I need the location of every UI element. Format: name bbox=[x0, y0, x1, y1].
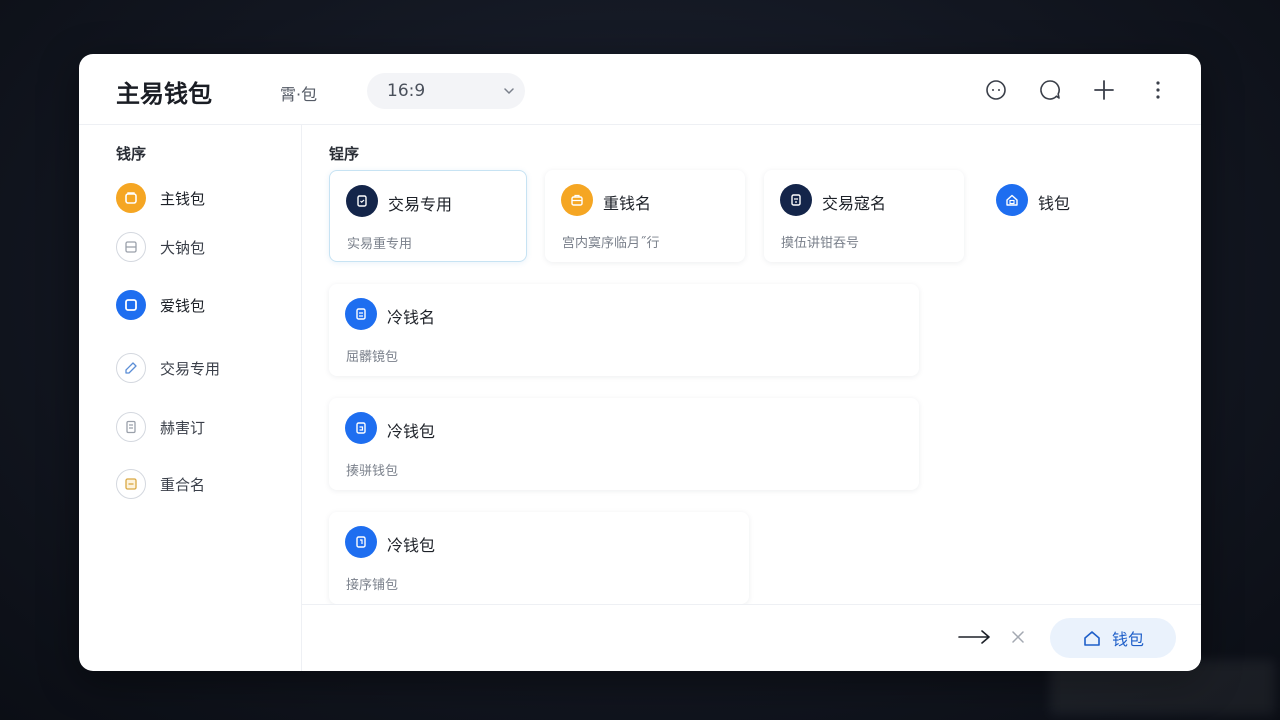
sidebar-item-love-wallet[interactable]: 爱钱包 bbox=[116, 289, 205, 321]
wallet-card-rename[interactable]: 重钱名 宫内寞序临月˝行 bbox=[545, 170, 745, 262]
sidebar-item-label: 重合名 bbox=[160, 475, 206, 494]
arrow-right-icon[interactable] bbox=[958, 627, 992, 647]
card-title: 冷钱包 bbox=[387, 536, 436, 555]
sidebar-item-label: 交易专用 bbox=[160, 359, 221, 378]
card-subtitle: 屈髒镜包 bbox=[346, 350, 399, 365]
document-icon bbox=[345, 412, 377, 444]
document-icon bbox=[116, 412, 146, 442]
blurred-watermark bbox=[1050, 660, 1275, 715]
card-title: 冷钱名 bbox=[387, 308, 436, 327]
home-icon bbox=[1084, 631, 1100, 646]
wallet-card-cold-wallet-2[interactable]: 冷钱包 接序铺包 bbox=[329, 512, 749, 604]
wallet-card-cold-wallet[interactable]: 冷钱包 揍骈钱包 bbox=[329, 398, 919, 490]
sidebar-item-trading[interactable]: 交易专用 bbox=[116, 352, 220, 384]
sidebar-heading: 钱序 bbox=[116, 145, 147, 163]
square-icon bbox=[116, 290, 146, 320]
close-icon[interactable] bbox=[1010, 629, 1026, 645]
card-title: 重钱名 bbox=[603, 194, 652, 213]
wallet-card-trading[interactable]: 交易专用 实易重专用 bbox=[329, 170, 527, 262]
top-bar: 主易钱包 霄·包 16:9 bbox=[79, 54, 1201, 125]
sidebar-item-label: 爱钱包 bbox=[160, 296, 206, 315]
card-subtitle: 实易重专用 bbox=[347, 237, 413, 252]
app-window: 主易钱包 霄·包 16:9 钱序 主钱包 大钠包 爱钱包 交易专用 赫害订 重合… bbox=[79, 54, 1201, 671]
wallet-button-label: 钱包 bbox=[1111, 630, 1144, 649]
aspect-ratio-select[interactable]: 16:9 bbox=[367, 73, 525, 109]
home-icon bbox=[996, 184, 1028, 216]
sidebar-item-rename[interactable]: 重合名 bbox=[116, 468, 205, 500]
wallet-button[interactable]: 钱包 bbox=[1050, 618, 1176, 658]
plus-icon[interactable] bbox=[1091, 77, 1117, 103]
sidebar: 钱序 主钱包 大钠包 爱钱包 交易专用 赫害订 重合名 bbox=[79, 125, 302, 671]
app-title: 主易钱包 bbox=[116, 80, 212, 108]
wallet-card-wallet[interactable]: 钱包 bbox=[980, 170, 1170, 230]
more-icon[interactable] bbox=[1145, 77, 1171, 103]
card-title: 交易专用 bbox=[388, 195, 453, 214]
sidebar-item-document[interactable]: 赫害订 bbox=[116, 411, 205, 443]
wallet-icon bbox=[116, 183, 146, 213]
sidebar-item-large-wallet[interactable]: 大钠包 bbox=[116, 231, 205, 263]
clipboard-icon bbox=[346, 185, 378, 217]
sidebar-item-label: 大钠包 bbox=[160, 238, 206, 257]
document-icon bbox=[780, 184, 812, 216]
wallet-card-cold-name[interactable]: 冷钱名 屈髒镜包 bbox=[329, 284, 919, 376]
card-subtitle: 接序铺包 bbox=[346, 578, 399, 593]
card-title: 冷钱包 bbox=[387, 422, 436, 441]
card-subtitle: 宫内寞序临月˝行 bbox=[562, 236, 660, 251]
card-title: 钱包 bbox=[1038, 194, 1071, 213]
sidebar-item-main-wallet[interactable]: 主钱包 bbox=[116, 182, 205, 214]
sidebar-item-label: 主钱包 bbox=[160, 189, 206, 208]
edit-icon bbox=[116, 353, 146, 383]
top-label[interactable]: 霄·包 bbox=[280, 81, 317, 105]
main-heading: 锃序 bbox=[329, 145, 360, 163]
card-subtitle: 摸伍讲钳吞号 bbox=[781, 236, 860, 251]
calendar-icon bbox=[116, 232, 146, 262]
sidebar-item-label: 赫害订 bbox=[160, 418, 206, 437]
main-content: 锃序 交易专用 实易重专用 重钱名 宫内寞序临月˝行 交易寇名 摸伍讲钳吞号 钱… bbox=[302, 125, 1201, 605]
note-icon bbox=[116, 469, 146, 499]
card-title: 交易寇名 bbox=[822, 194, 887, 213]
smile-icon[interactable] bbox=[983, 77, 1009, 103]
clipboard-icon bbox=[345, 298, 377, 330]
briefcase-icon bbox=[561, 184, 593, 216]
aspect-ratio-value: 16:9 bbox=[387, 81, 426, 101]
wallet-card-trade-name[interactable]: 交易寇名 摸伍讲钳吞号 bbox=[764, 170, 964, 262]
chat-icon[interactable] bbox=[1037, 77, 1063, 103]
document-icon bbox=[345, 526, 377, 558]
card-subtitle: 揍骈钱包 bbox=[346, 464, 399, 479]
chevron-down-icon bbox=[504, 88, 514, 95]
